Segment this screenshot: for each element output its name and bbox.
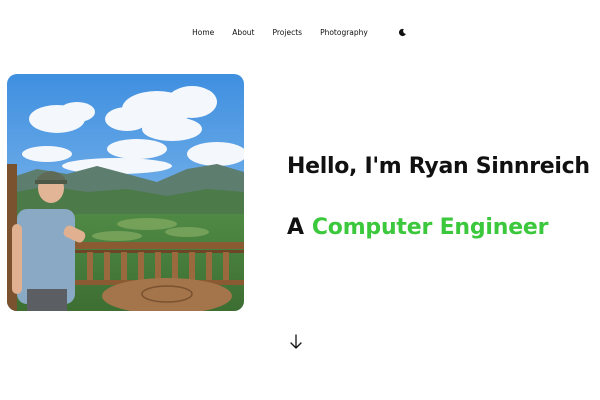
nav-item-home[interactable]: Home bbox=[192, 28, 214, 37]
profile-photo bbox=[7, 74, 244, 311]
hero-greeting: Hello, I'm Ryan Sinnreich bbox=[287, 154, 590, 179]
hero-role: A Computer Engineer bbox=[287, 215, 549, 247]
arrow-down-icon[interactable] bbox=[289, 334, 303, 350]
top-nav: Home About Projects Photography bbox=[0, 24, 600, 40]
role-title: Computer Engineer bbox=[311, 215, 549, 240]
role-prefix: A bbox=[287, 215, 304, 240]
nav-item-projects[interactable]: Projects bbox=[272, 28, 302, 37]
nav-item-photography[interactable]: Photography bbox=[320, 28, 368, 37]
nav-item-about[interactable]: About bbox=[232, 28, 254, 37]
moon-icon[interactable] bbox=[398, 27, 408, 37]
